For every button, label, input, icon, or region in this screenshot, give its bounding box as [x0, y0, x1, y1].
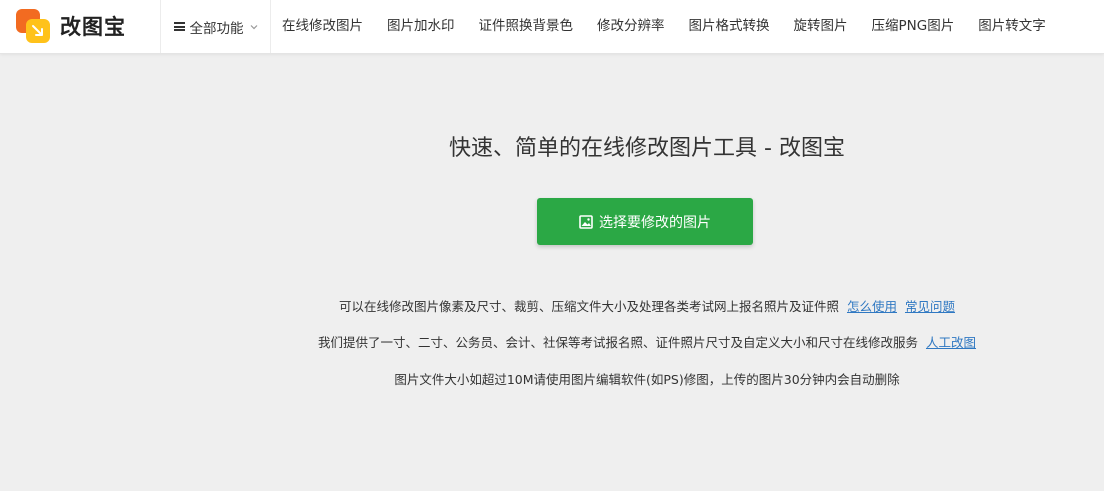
logo-icon	[16, 9, 50, 43]
chevron-down-icon	[250, 24, 257, 29]
info-text-3: 图片文件大小如超过10M请使用图片编辑软件(如PS)修图，上传的图片30分钟内会…	[394, 372, 900, 387]
info-line-1: 可以在线修改图片像素及尺寸、裁剪、压缩文件大小及处理各类考试网上报名照片及证件照…	[0, 296, 1104, 315]
page-title: 快速、简单的在线修改图片工具 - 改图宝	[449, 136, 845, 161]
all-features-menu[interactable]: 全部功能	[160, 0, 271, 53]
nav-watermark[interactable]: 图片加水印	[375, 0, 467, 53]
nav-resolution[interactable]: 修改分辨率	[585, 0, 677, 53]
how-to-use-link[interactable]: 怎么使用	[847, 299, 897, 314]
info-text-1: 可以在线修改图片像素及尺寸、裁剪、压缩文件大小及处理各类考试网上报名照片及证件照	[338, 299, 839, 314]
faq-link[interactable]: 常见问题	[905, 299, 955, 314]
info-text-2: 我们提供了一寸、二寸、公务员、会计、社保等考试报名照、证件照片尺寸及自定义大小和…	[317, 335, 918, 350]
top-navbar: 改图宝 全部功能 在线修改图片 图片加水印 证件照换背景色 修改分辨率 图片格式…	[0, 0, 1104, 54]
hamburger-icon	[173, 22, 185, 31]
all-features-label: 全部功能	[189, 20, 244, 37]
brand-name: 改图宝	[60, 15, 126, 39]
nav-format-convert[interactable]: 图片格式转换	[677, 0, 782, 53]
main-nav: 在线修改图片 图片加水印 证件照换背景色 修改分辨率 图片格式转换 旋转图片 压…	[270, 0, 1058, 53]
nav-compress-png[interactable]: 压缩PNG图片	[860, 0, 967, 53]
select-image-label: 选择要修改的图片	[599, 214, 711, 231]
nav-online-edit[interactable]: 在线修改图片	[270, 0, 375, 53]
info-line-2: 我们提供了一寸、二寸、公务员、会计、社保等考试报名照、证件照片尺寸及自定义大小和…	[0, 332, 1104, 351]
nav-image-to-text[interactable]: 图片转文字	[966, 0, 1058, 53]
info-line-3: 图片文件大小如超过10M请使用图片编辑软件(如PS)修图，上传的图片30分钟内会…	[0, 369, 1104, 388]
image-icon	[579, 214, 593, 229]
select-image-button[interactable]: 选择要修改的图片	[537, 198, 753, 245]
nav-rotate[interactable]: 旋转图片	[782, 0, 860, 53]
nav-id-photo-bg[interactable]: 证件照换背景色	[467, 0, 586, 53]
manual-edit-link[interactable]: 人工改图	[926, 335, 976, 350]
brand-logo[interactable]: 改图宝	[16, 6, 126, 46]
